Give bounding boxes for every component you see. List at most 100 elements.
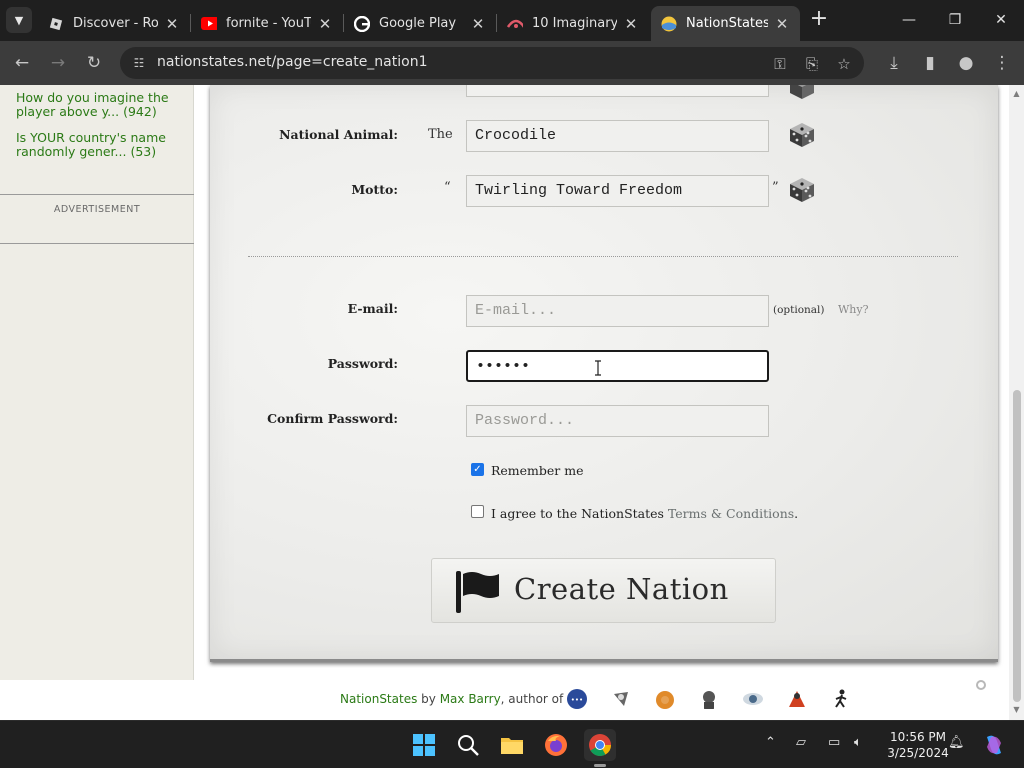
url-text[interactable]: nationstates.net/page=create_nation1 (157, 54, 427, 70)
email-label: E-mail: (347, 301, 398, 316)
dice-icon[interactable] (786, 119, 818, 151)
windows-taskbar: ⌃ ▱ ▭ 🔈︎ 10:56 PM 3/25/2024 🔔︎ (0, 720, 1024, 768)
section-divider (248, 256, 958, 257)
youtube-icon (201, 16, 217, 32)
tab-strip: ▼ Discover - Roblox ✕ fornite - YouTube … (0, 0, 1024, 41)
back-button[interactable]: ← (10, 51, 34, 75)
tab-search-button[interactable]: ▼ (6, 7, 32, 33)
close-icon[interactable]: ✕ (774, 15, 790, 33)
page-footer: NationStates by Max Barry, author of ••• (194, 680, 1009, 720)
site-info-icon[interactable]: ☷ (130, 54, 148, 72)
forward-button[interactable]: → (46, 51, 70, 75)
password-input[interactable]: •••••• (466, 350, 769, 382)
download-button[interactable]: ⤓ (882, 51, 906, 75)
scrollbar-thumb[interactable] (1013, 390, 1021, 702)
menu-button[interactable]: ⋮ (990, 51, 1014, 75)
reload-button[interactable]: ↻ (82, 51, 106, 75)
create-nation-label: Create Nation (514, 572, 729, 606)
terms-text: I agree to the NationStates (491, 506, 668, 521)
chrome-button[interactable] (584, 729, 616, 761)
partial-field[interactable] (466, 85, 769, 97)
confirm-password-input[interactable]: Password... (466, 405, 769, 437)
close-icon[interactable]: ✕ (623, 15, 639, 33)
motto-label: Motto: (351, 182, 398, 197)
remember-me-checkbox[interactable]: ✓ (471, 463, 484, 476)
copilot-icon (987, 735, 1001, 755)
network-icon[interactable]: ▱ (796, 735, 806, 750)
tab-title: fornite - YouTube (226, 16, 311, 31)
minimize-icon: — (902, 12, 916, 28)
minimize-button[interactable]: — (894, 8, 924, 32)
install-app-icon[interactable]: ⎘ (802, 54, 822, 74)
sidebar: How do you imagine the player above y...… (0, 85, 194, 680)
restore-icon: ❐ (948, 12, 962, 28)
motto-input[interactable]: Twirling Toward Freedom (466, 175, 769, 207)
close-window-button[interactable]: ✕ (986, 8, 1016, 32)
footer-by: by (417, 692, 440, 706)
star-icon[interactable]: ☆ (834, 54, 854, 74)
book-logo-icon[interactable] (830, 688, 852, 710)
start-button[interactable] (408, 729, 440, 761)
page-scrollbar[interactable]: ▲ ▼ (1009, 85, 1024, 720)
book-logo-icon[interactable] (786, 688, 808, 710)
tab-roblox[interactable]: Discover - Roblox ✕ (38, 6, 190, 41)
folder-icon (501, 738, 523, 754)
dice-icon[interactable] (786, 174, 818, 206)
scroll-down-icon[interactable]: ▼ (1012, 705, 1021, 714)
address-bar[interactable]: ☷ nationstates.net/page=create_nation1 ⚿… (120, 47, 864, 79)
new-tab-button[interactable]: + (808, 8, 830, 30)
sidebar-forum-link[interactable]: How do you imagine the player above y...… (16, 91, 186, 119)
notification-bell-icon[interactable]: 🔔︎ (948, 735, 965, 750)
tab-google-play[interactable]: Google Play ✕ (344, 6, 496, 41)
close-icon[interactable]: ✕ (470, 15, 486, 33)
book-logo-icon[interactable] (742, 688, 764, 710)
sidebar-forum-link[interactable]: Is YOUR country's name randomly gener...… (16, 131, 186, 159)
max-barry-link[interactable]: Max Barry (440, 692, 501, 706)
why-link[interactable]: Why? (838, 303, 869, 316)
search-button[interactable] (452, 729, 484, 761)
key-icon[interactable]: ⚿ (770, 54, 790, 74)
arrow-right-icon: → (50, 53, 66, 73)
text-cursor-icon (595, 360, 601, 376)
system-clock[interactable]: 10:56 PM 3/25/2024 (886, 729, 950, 761)
volume-icon[interactable]: 🔈︎ (854, 735, 862, 750)
scroll-up-icon[interactable]: ▲ (1012, 89, 1021, 98)
remember-me-label[interactable]: Remember me (491, 463, 584, 478)
email-input[interactable]: E-mail... (466, 295, 769, 327)
profile-button[interactable]: ● (954, 51, 978, 75)
advertisement-label: ADVERTISEMENT (53, 204, 141, 215)
chrome-icon (589, 734, 611, 756)
close-icon[interactable]: ✕ (164, 15, 180, 33)
chevron-up-icon[interactable]: ⌃ (765, 735, 776, 750)
flag-icon (456, 571, 499, 613)
page-viewport: How do you imagine the player above y...… (0, 85, 1009, 720)
nationstates-link[interactable]: NationStates (340, 692, 417, 706)
copilot-button[interactable] (978, 729, 1010, 761)
restore-button[interactable]: ❐ (940, 8, 970, 32)
motto-open-quote: “ (444, 180, 451, 195)
terms-checkbox[interactable] (471, 505, 484, 518)
clock-time: 10:56 PM (890, 730, 946, 744)
book-logo-icon[interactable]: ••• (566, 688, 588, 710)
close-icon[interactable]: ✕ (317, 15, 333, 33)
display-icon[interactable]: ▭ (828, 735, 840, 750)
file-explorer-button[interactable] (496, 729, 528, 761)
download-icon: ⤓ (890, 53, 898, 73)
book-logo-icon[interactable] (698, 688, 720, 710)
tab-youtube[interactable]: fornite - YouTube ✕ (191, 6, 343, 41)
book-logo-icon[interactable] (610, 688, 632, 710)
side-panel-button[interactable]: ▮ (918, 51, 942, 75)
tab-nationstates[interactable]: NationStates | ✕ (651, 6, 800, 41)
tab-imaginary-countries[interactable]: 10 Imaginary Countries ✕ (497, 6, 649, 41)
terms-link[interactable]: Terms & Conditions (668, 506, 794, 521)
dice-icon[interactable] (786, 85, 818, 103)
book-logo-icon[interactable] (654, 688, 676, 710)
create-nation-button[interactable]: Create Nation (431, 558, 776, 623)
terms-period: . (794, 506, 799, 521)
scroll-top-icon[interactable] (976, 680, 986, 690)
firefox-button[interactable] (540, 729, 572, 761)
confirm-password-label: Confirm Password: (267, 411, 398, 426)
national-animal-input[interactable]: Crocodile (466, 120, 769, 152)
reload-icon: ↻ (86, 53, 102, 73)
active-app-indicator (594, 764, 606, 767)
